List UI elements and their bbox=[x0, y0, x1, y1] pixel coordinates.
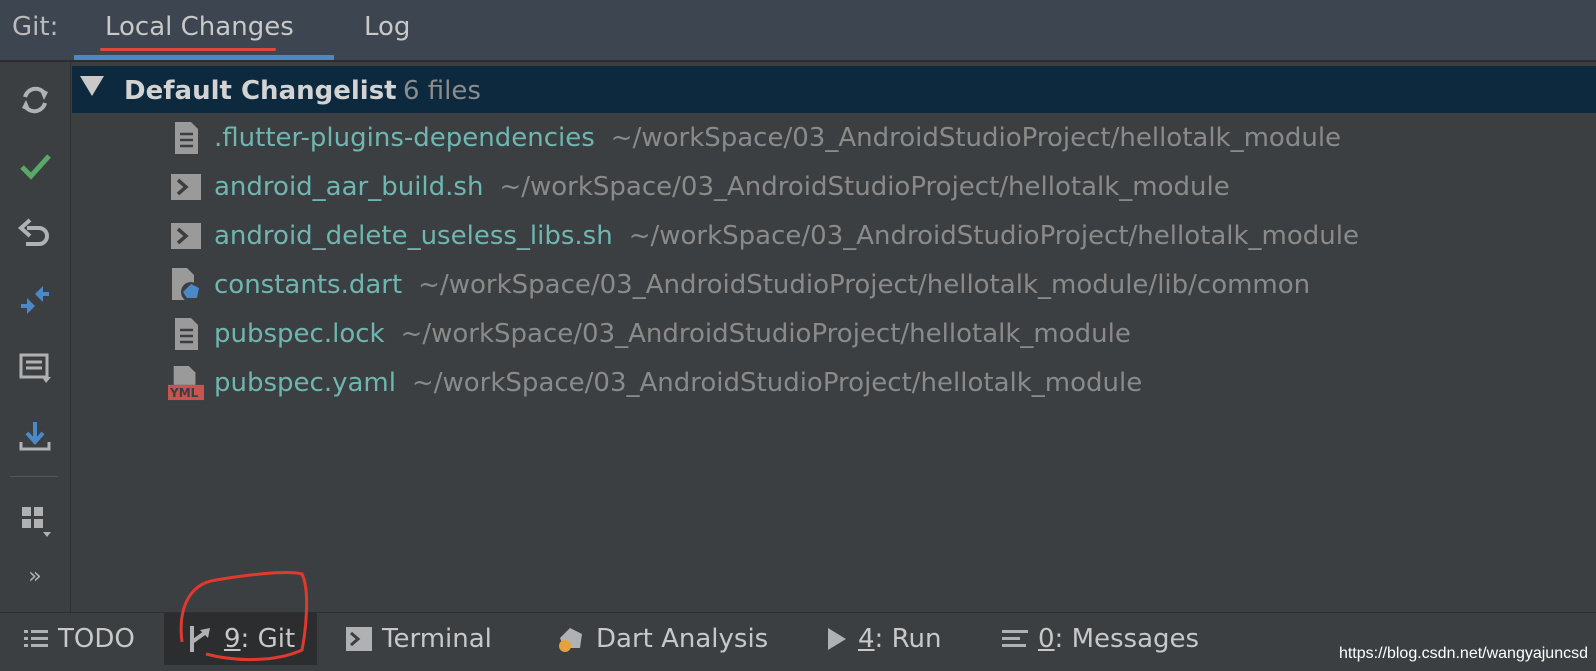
shell-script-icon bbox=[168, 216, 204, 256]
file-path: ~/workSpace/03_AndroidStudioProject/hell… bbox=[499, 172, 1230, 202]
toolbar-separator bbox=[10, 476, 58, 477]
terminal-label: Terminal bbox=[382, 624, 492, 654]
file-name: pubspec.lock bbox=[214, 319, 385, 349]
git-tool-button[interactable]: 9 : Git bbox=[164, 613, 318, 665]
git-branch-icon bbox=[188, 624, 214, 654]
messages-icon bbox=[1002, 628, 1028, 650]
file-path: ~/workSpace/03_AndroidStudioProject/hell… bbox=[411, 368, 1143, 398]
group-by-button[interactable] bbox=[13, 498, 57, 542]
rollback-icon bbox=[17, 218, 49, 246]
dart-analysis-icon bbox=[556, 624, 586, 654]
tab-log[interactable]: Log bbox=[364, 12, 410, 42]
shelve-download-icon bbox=[19, 422, 51, 451]
shelve-button[interactable] bbox=[13, 414, 57, 458]
refresh-button[interactable] bbox=[13, 78, 57, 122]
commit-message-button[interactable] bbox=[13, 346, 57, 390]
file-row[interactable]: constants.dart ~/workSpace/03_AndroidStu… bbox=[168, 263, 1310, 307]
todo-label: TODO bbox=[58, 624, 135, 654]
commit-message-icon bbox=[19, 353, 51, 383]
yaml-file-icon: YML bbox=[168, 363, 204, 403]
file-name: pubspec.yaml bbox=[214, 368, 396, 398]
file-name: .flutter-plugins-dependencies bbox=[214, 123, 595, 153]
file-path: ~/workSpace/03_AndroidStudioProject/hell… bbox=[610, 123, 1342, 153]
file-row[interactable]: .flutter-plugins-dependencies ~/workSpac… bbox=[168, 116, 1341, 160]
tool-window-header: Git: Local Changes Log bbox=[0, 0, 1596, 62]
git-label: : Git bbox=[240, 624, 296, 654]
changelist-name: Default Changelist bbox=[124, 76, 397, 106]
dart-analysis-label: Dart Analysis bbox=[596, 624, 769, 654]
file-name: constants.dart bbox=[214, 270, 403, 300]
run-label: : Run bbox=[874, 624, 942, 654]
file-row[interactable]: YML pubspec.yaml ~/workSpace/03_AndroidS… bbox=[168, 361, 1142, 405]
git-mnemonic: 9 bbox=[224, 624, 241, 654]
refresh-icon bbox=[22, 86, 48, 114]
active-tab-indicator bbox=[74, 55, 334, 60]
changelist-file-count: 6 files bbox=[403, 76, 481, 106]
commit-check-icon bbox=[20, 154, 51, 180]
more-icon: » bbox=[28, 563, 42, 589]
file-path: ~/workSpace/03_AndroidStudioProject/hell… bbox=[400, 319, 1131, 349]
messages-tool-button[interactable]: 0 : Messages bbox=[1002, 613, 1199, 665]
play-icon bbox=[826, 626, 848, 652]
watermark: https://blog.csdn.net/wangyajuncsd bbox=[1338, 645, 1588, 662]
diff-icon bbox=[21, 286, 49, 314]
terminal-icon bbox=[346, 627, 372, 651]
messages-mnemonic: 0 bbox=[1038, 624, 1055, 654]
todo-tool-button[interactable]: TODO bbox=[24, 613, 135, 665]
active-tab-red-mark bbox=[100, 48, 276, 51]
messages-label: : Messages bbox=[1054, 624, 1200, 654]
changelist-row[interactable]: Default Changelist 6 files bbox=[72, 66, 1596, 113]
shell-script-icon bbox=[168, 167, 204, 207]
more-actions-button[interactable]: » bbox=[13, 554, 57, 598]
file-path: ~/workSpace/03_AndroidStudioProject/hell… bbox=[418, 270, 1311, 300]
text-file-icon bbox=[168, 314, 204, 354]
changes-tree: Default Changelist 6 files .flutter-plug… bbox=[72, 62, 1596, 612]
run-tool-button[interactable]: 4 : Run bbox=[826, 613, 941, 665]
tool-window-title: Git: bbox=[12, 12, 59, 42]
file-name: android_delete_useless_libs.sh bbox=[214, 221, 613, 251]
dart-analysis-tool-button[interactable]: Dart Analysis bbox=[556, 613, 768, 665]
file-row[interactable]: pubspec.lock ~/workSpace/03_AndroidStudi… bbox=[168, 312, 1131, 356]
file-name: android_aar_build.sh bbox=[214, 172, 484, 202]
tool-window-bar: TODO 9 : Git Terminal Dart Analysis 4: … bbox=[0, 612, 1596, 671]
show-diff-button[interactable] bbox=[13, 278, 57, 322]
changes-toolbar: » bbox=[0, 62, 71, 612]
text-file-icon bbox=[168, 118, 204, 158]
rollback-button[interactable] bbox=[13, 212, 57, 256]
dart-file-icon bbox=[168, 265, 204, 305]
list-icon bbox=[24, 628, 48, 650]
expand-arrow-icon[interactable] bbox=[80, 76, 104, 96]
terminal-tool-button[interactable]: Terminal bbox=[346, 613, 492, 665]
yml-badge-text: YML bbox=[170, 386, 199, 400]
file-row[interactable]: android_aar_build.sh ~/workSpace/03_Andr… bbox=[168, 165, 1230, 209]
run-mnemonic: 4 bbox=[858, 624, 875, 654]
group-by-icon bbox=[22, 507, 51, 537]
commit-button[interactable] bbox=[13, 144, 57, 188]
file-path: ~/workSpace/03_AndroidStudioProject/hell… bbox=[628, 221, 1359, 251]
file-row[interactable]: android_delete_useless_libs.sh ~/workSpa… bbox=[168, 214, 1359, 258]
tab-local-changes[interactable]: Local Changes bbox=[105, 12, 294, 42]
